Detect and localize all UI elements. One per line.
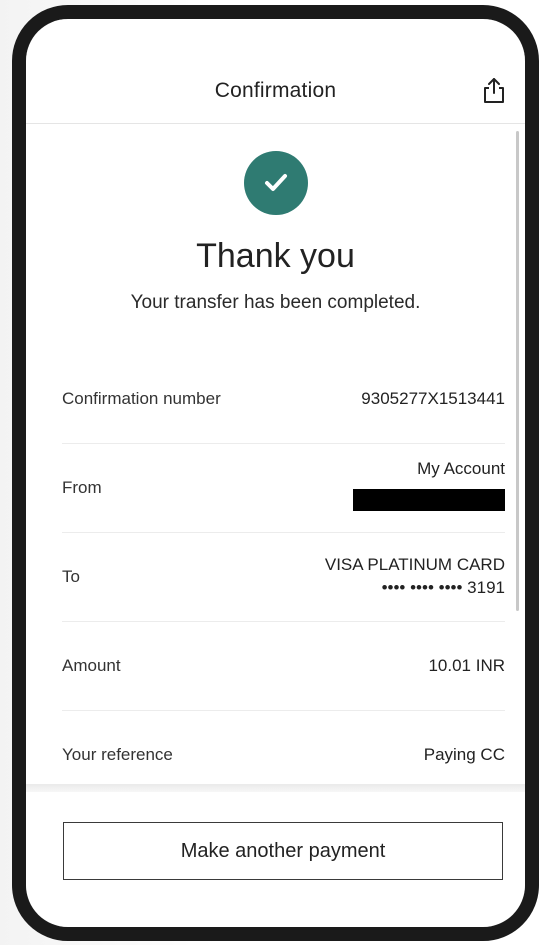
amount-value: 10.01 INR [428,655,505,675]
page-title: Confirmation [214,79,337,102]
success-summary: Thank you Your transfer has been complet… [26,151,525,314]
to-label: To [62,567,80,586]
from-account-name: My Account [417,459,505,479]
amount-label: Amount [62,656,121,675]
to-card-name: VISA PLATINUM CARD [324,555,505,575]
confirmation-number-value: 9305277X1513441 [361,388,505,408]
success-message: Your transfer has been completed. [130,292,421,313]
from-value-group: My Account [353,458,505,518]
screenshot-stage: Confirmation Thank you Your transfer has… [0,0,541,945]
confirmation-number-label: Confirmation number [62,389,221,408]
confirmation-number-row: Confirmation number 9305277X1513441 [62,355,505,444]
from-label: From [62,478,102,497]
to-value-group: VISA PLATINUM CARD •••• •••• •••• 3191 [325,554,505,600]
make-another-payment-button[interactable]: Make another payment [63,822,503,880]
share-icon [484,78,504,103]
to-card-number: •••• •••• •••• 3191 [381,578,505,597]
share-button[interactable] [481,77,507,105]
to-row: To VISA PLATINUM CARD •••• •••• •••• 319… [62,533,505,622]
amount-row: Amount 10.01 INR [62,622,505,711]
transfer-details: Confirmation number 9305277X1513441 From… [62,355,505,799]
success-badge [243,151,308,215]
success-title: Thank you [196,237,355,275]
top-bar: Confirmation [26,59,525,124]
phone-frame: Confirmation Thank you Your transfer has… [12,5,539,941]
from-row: From My Account [62,444,505,533]
reference-label: Your reference [62,745,173,764]
reference-value: Paying CC [423,744,505,764]
confirmation-screen: Confirmation Thank you Your transfer has… [26,19,525,927]
footer-divider [26,784,525,792]
redacted-account-number [353,489,505,511]
check-icon [264,174,287,191]
